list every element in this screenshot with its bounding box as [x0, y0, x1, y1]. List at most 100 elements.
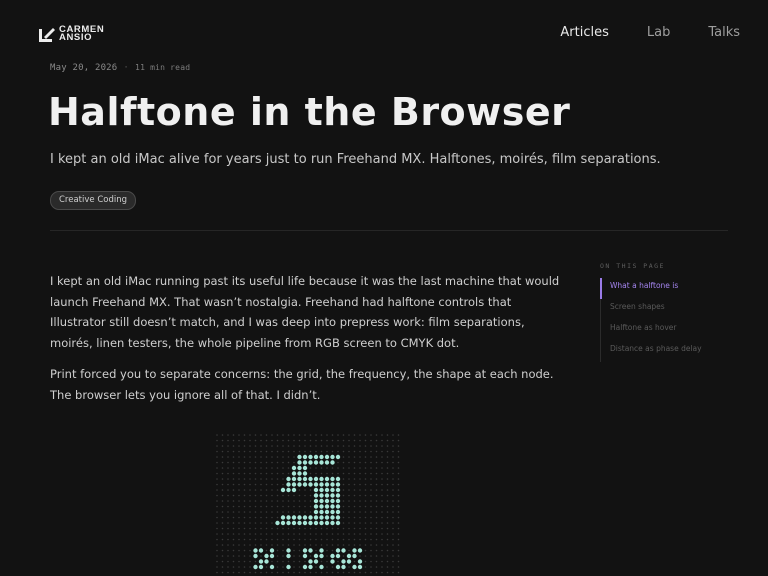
halftone-dot: [359, 571, 361, 574]
halftone-dot: [381, 489, 383, 491]
halftone-dot: [392, 560, 394, 563]
halftone-dot: [249, 505, 251, 508]
halftone-dot: [315, 533, 317, 535]
halftone-dot: [298, 560, 301, 563]
halftone-dot: [260, 571, 262, 574]
halftone-dot-active: [286, 487, 291, 493]
halftone-dot: [293, 533, 295, 535]
halftone-dot: [276, 478, 279, 480]
halftone-dot: [342, 505, 345, 508]
halftone-dot: [392, 527, 394, 530]
halftone-dot: [381, 505, 383, 508]
halftone-dot: [227, 467, 229, 469]
halftone-dot: [221, 516, 224, 519]
halftone-dot: [359, 489, 361, 491]
halftone-dot: [243, 461, 246, 464]
halftone-dot: [254, 456, 257, 458]
halftone-dot: [216, 450, 218, 453]
halftone-dot: [287, 527, 290, 530]
halftone-dot-active: [280, 520, 286, 526]
halftone-dot-active: [324, 454, 330, 460]
halftone-dot: [221, 450, 224, 453]
halftone-dot: [232, 544, 235, 546]
halftone-dot: [260, 494, 262, 497]
halftone-dot: [309, 544, 312, 546]
logo-mark-icon: [39, 28, 55, 42]
halftone-dot: [392, 456, 394, 458]
halftone-dot: [216, 489, 218, 491]
halftone-dot-active: [286, 553, 291, 559]
halftone-dot: [287, 500, 290, 502]
halftone-dot: [381, 538, 383, 541]
halftone-dot: [276, 538, 279, 541]
halftone-dot-active: [319, 493, 324, 498]
halftone-dot: [265, 533, 268, 535]
nav-lab[interactable]: Lab: [647, 24, 670, 42]
halftone-dot: [265, 566, 268, 568]
halftone-dot: [348, 489, 350, 491]
halftone-dot: [353, 434, 356, 436]
halftone-dot: [364, 516, 367, 519]
halftone-dot-active: [324, 504, 330, 509]
halftone-dot: [348, 516, 350, 519]
halftone-dot: [370, 439, 372, 442]
halftone-dot: [309, 472, 312, 475]
halftone-dot: [359, 445, 361, 447]
halftone-dot: [397, 544, 400, 546]
halftone-dot: [260, 489, 262, 491]
halftone-dot: [386, 478, 389, 480]
toc-item-screen-shapes[interactable]: Screen shapes: [601, 299, 728, 320]
halftone-dot: [381, 516, 383, 519]
halftone-dot: [221, 549, 224, 552]
halftone-dot: [260, 472, 262, 475]
halftone-dot: [375, 560, 378, 563]
halftone-dot: [271, 533, 273, 535]
halftone-dot: [254, 494, 257, 497]
toc-item-what-a-halftone-is[interactable]: What a halftone is: [600, 278, 728, 299]
halftone-demo-canvas[interactable]: [214, 432, 404, 576]
halftone-dot: [287, 511, 290, 513]
halftone-dot: [304, 544, 306, 546]
halftone-dot: [276, 555, 279, 557]
halftone-dot-active: [357, 564, 363, 570]
halftone-dot: [381, 549, 383, 552]
halftone-dot: [326, 472, 328, 475]
halftone-dot: [276, 489, 279, 491]
halftone-dot: [397, 505, 400, 508]
halftone-dot: [370, 511, 372, 513]
halftone-dot: [337, 439, 339, 442]
halftone-dot: [260, 538, 262, 541]
toc-item-distance-as-phase-delay[interactable]: Distance as phase delay: [601, 341, 728, 362]
site-logo[interactable]: CARMEN ANSIO: [39, 25, 104, 42]
halftone-dot: [375, 571, 378, 574]
toc-item-halftone-as-hover[interactable]: Halftone as hover: [601, 320, 728, 341]
halftone-dot: [375, 494, 378, 497]
halftone-dot: [249, 533, 251, 535]
nav-talks[interactable]: Talks: [708, 24, 740, 42]
tag-creative-coding[interactable]: Creative Coding: [50, 191, 137, 210]
halftone-dot: [392, 467, 394, 469]
halftone-dot: [243, 544, 246, 546]
halftone-dot: [304, 511, 306, 513]
halftone-dot: [342, 483, 345, 486]
halftone-dot: [276, 533, 279, 535]
halftone-dot: [249, 538, 251, 541]
halftone-dot: [232, 538, 235, 541]
halftone-dot: [221, 560, 224, 563]
halftone-dot: [249, 571, 251, 574]
halftone-dot: [276, 544, 279, 546]
halftone-dot: [293, 511, 295, 513]
halftone-dot: [254, 461, 257, 464]
halftone-dot: [386, 483, 389, 486]
halftone-dot-active: [258, 564, 264, 570]
nav-articles[interactable]: Articles: [560, 24, 608, 42]
halftone-dot: [254, 533, 257, 535]
halftone-dot: [282, 566, 284, 568]
halftone-dot: [293, 549, 295, 552]
halftone-dot: [348, 461, 350, 464]
halftone-dot: [298, 533, 301, 535]
halftone-dot-active: [302, 520, 308, 526]
halftone-dot: [353, 571, 356, 574]
halftone-dot: [260, 544, 262, 546]
halftone-dot: [337, 467, 339, 469]
